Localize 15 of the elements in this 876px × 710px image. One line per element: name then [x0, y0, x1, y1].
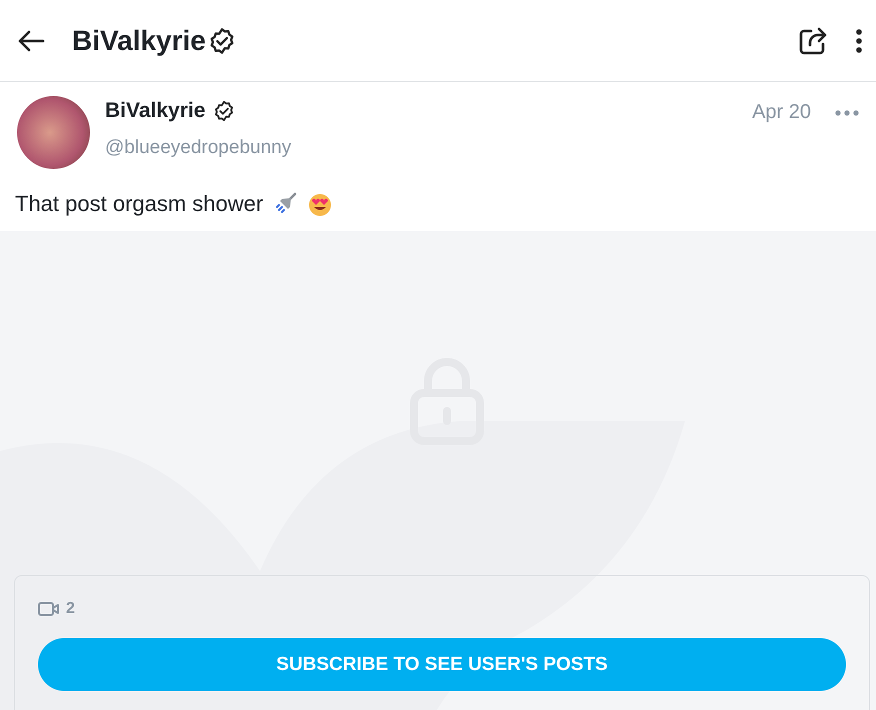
video-icon [38, 601, 60, 617]
post-date: Apr 20 [752, 101, 811, 125]
post-options-button[interactable] [835, 108, 859, 118]
author-handle[interactable]: @blueeyedropebunny [105, 137, 752, 159]
heart-eyes-face-icon [307, 191, 334, 217]
page-title: BiValkyrie [72, 24, 206, 56]
video-count: 2 [66, 600, 75, 618]
more-options-button[interactable] [856, 28, 862, 52]
shower-icon [273, 192, 298, 216]
post-text: That post orgasm shower [15, 191, 264, 217]
author-name[interactable]: BiValkyrie [105, 99, 206, 123]
subscribe-button[interactable]: SUBSCRIBE TO SEE USER'S POSTS [38, 638, 846, 691]
verified-badge-icon [213, 100, 236, 122]
share-button[interactable] [798, 26, 828, 56]
verified-badge-icon [208, 26, 236, 54]
